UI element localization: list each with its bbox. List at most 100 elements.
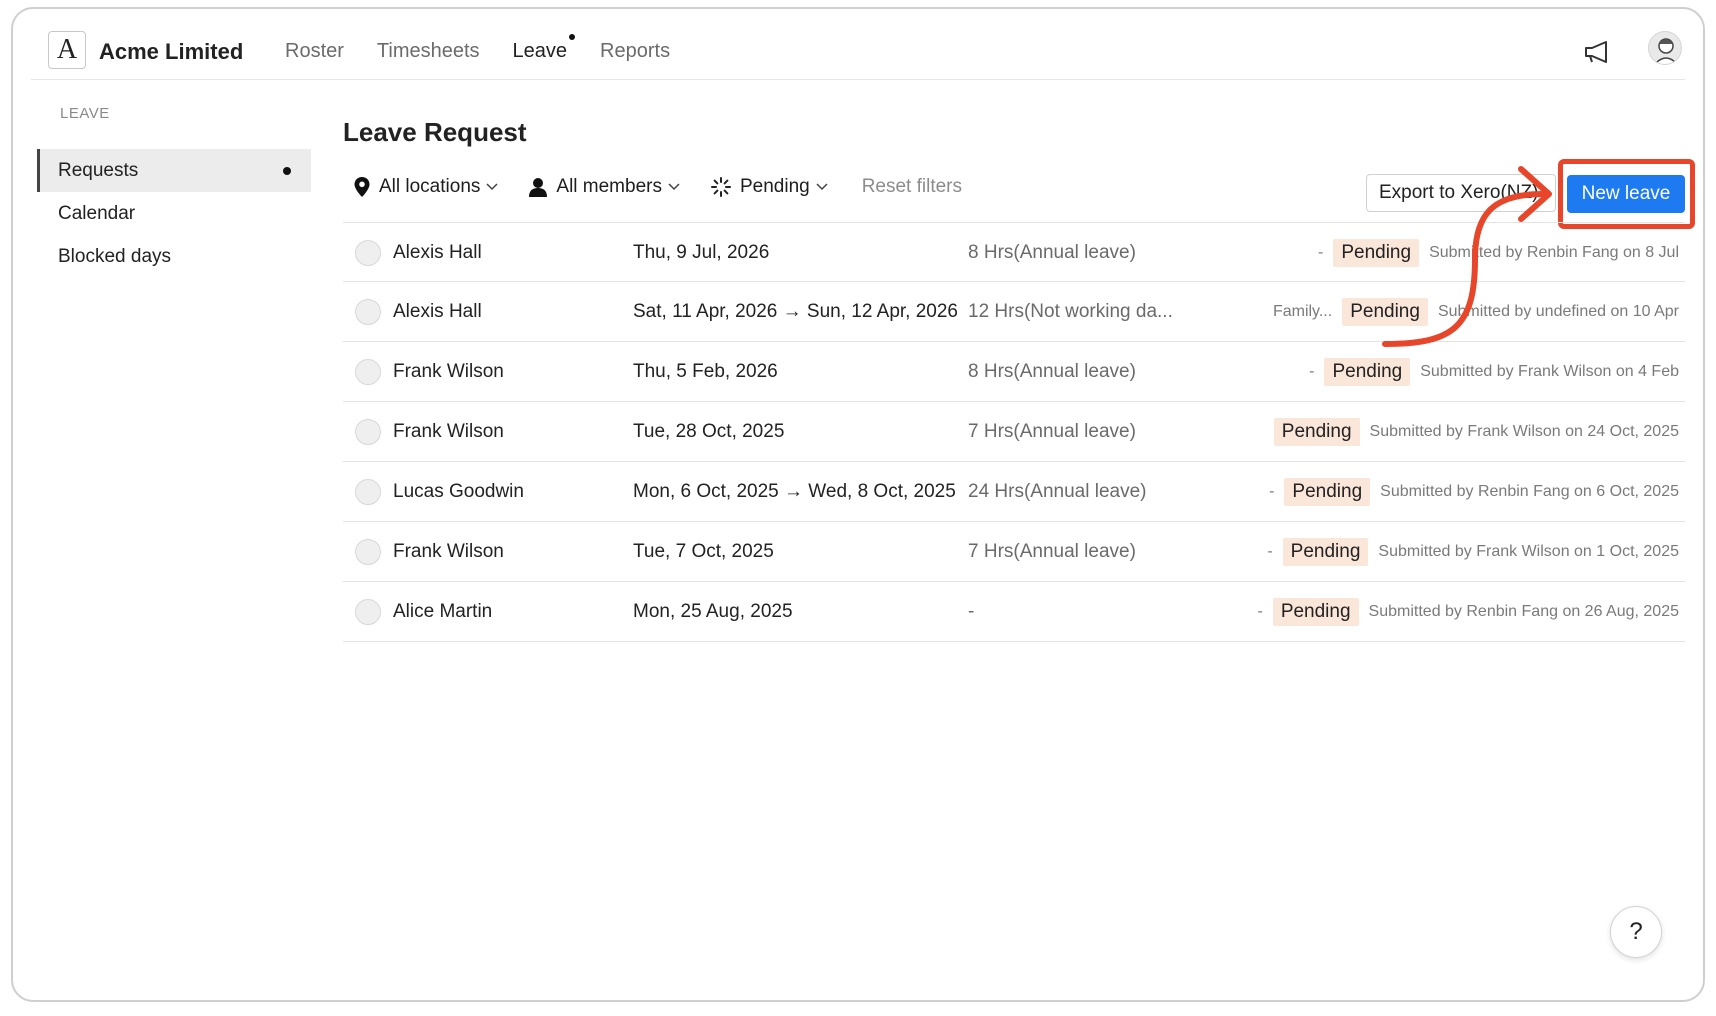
status-badge: Pending [1272, 597, 1359, 626]
export-to-xero-button[interactable]: Export to Xero(NZ) [1366, 174, 1556, 212]
megaphone-icon[interactable] [1582, 38, 1614, 66]
nav-leave[interactable]: Leave [512, 34, 576, 63]
leave-hours: - [968, 600, 975, 622]
org-logo[interactable]: A [48, 31, 86, 69]
location-filter[interactable]: All locations [353, 176, 498, 198]
member-avatar [355, 342, 381, 401]
avatar-icon [355, 239, 381, 266]
sidebar-item-label: Requests [58, 159, 139, 181]
leave-hours: 8 Hrs(Annual leave) [968, 241, 1136, 263]
leave-hours: 7 Hrs(Annual leave) [968, 540, 1136, 562]
status-badge: Pending [1284, 477, 1371, 506]
help-button[interactable]: ? [1610, 906, 1662, 958]
member-name: Frank Wilson [393, 540, 504, 562]
org-name[interactable]: Acme Limited [99, 39, 243, 65]
leave-request-table: Alexis Hall Thu, 9 Jul, 2026 8 Hrs(Annua… [343, 222, 1685, 642]
nav-reports[interactable]: Reports [600, 40, 670, 63]
row-status-group: - Pending Submitted by Renbin Fang on 8 … [1318, 223, 1679, 282]
map-pin-icon [354, 177, 370, 197]
row-status-group: - Pending Submitted by Frank Wilson on 1… [1267, 522, 1679, 581]
leave-note: - [1257, 602, 1263, 620]
sidebar-item-calendar[interactable]: Calendar [37, 192, 311, 235]
member-avatar [355, 282, 381, 341]
logo-letter: A [56, 34, 78, 65]
table-row[interactable]: Alice Martin Mon, 25 Aug, 2025 - - Pendi… [343, 582, 1685, 642]
sidebar-item-blocked-days[interactable]: Blocked days [37, 235, 311, 278]
table-row[interactable]: Alexis Hall Thu, 9 Jul, 2026 8 Hrs(Annua… [343, 222, 1685, 282]
submitted-info: Submitted by undefined on 10 Apr [1437, 302, 1679, 320]
sidebar: Requests Calendar Blocked days [37, 149, 311, 278]
page-title: Leave Request [343, 117, 527, 147]
leave-date: Mon, 25 Aug, 2025 [633, 600, 793, 622]
nav-timesheets[interactable]: Timesheets [377, 40, 480, 63]
nav-leave-label: Leave [512, 40, 568, 62]
new-leave-button[interactable]: New leave [1567, 175, 1685, 213]
status-badge: Pending [1324, 357, 1411, 386]
table-row[interactable]: Lucas Goodwin Mon, 6 Oct, 2025 → Wed, 8 … [343, 462, 1685, 522]
sidebar-indicator-dot [283, 167, 291, 175]
leave-hours: 24 Hrs(Annual leave) [968, 480, 1147, 502]
member-avatar [355, 402, 381, 461]
topbar-divider [31, 79, 1685, 80]
member-name: Lucas Goodwin [393, 480, 524, 502]
member-avatar [355, 223, 381, 282]
chevron-down-icon [816, 183, 828, 191]
user-avatar[interactable] [1648, 31, 1682, 65]
leave-hours: 8 Hrs(Annual leave) [968, 360, 1136, 382]
filter-bar: All locations All members Pending Reset … [353, 171, 962, 203]
member-avatar [355, 582, 381, 641]
nav-roster[interactable]: Roster [285, 40, 344, 63]
sidebar-section-title: LEAVE [60, 105, 110, 122]
member-name: Alexis Hall [393, 241, 482, 263]
member-name: Alice Martin [393, 600, 493, 622]
reset-filters-link[interactable]: Reset filters [862, 176, 962, 198]
status-badge: Pending [1282, 537, 1369, 566]
sidebar-item-label: Blocked days [58, 245, 172, 267]
avatar-icon [355, 598, 381, 625]
leave-hours: 12 Hrs(Not working da... [968, 300, 1173, 322]
leave-date: Mon, 6 Oct, 2025 → Wed, 8 Oct, 2025 [633, 480, 956, 502]
member-name: Frank Wilson [393, 420, 504, 442]
chevron-down-icon [486, 183, 498, 191]
leave-note: Family... [1272, 302, 1333, 320]
leave-date: Thu, 9 Jul, 2026 [633, 241, 770, 263]
table-row[interactable]: Alexis Hall Sat, 11 Apr, 2026 → Sun, 12 … [343, 282, 1685, 342]
row-status-group: - Pending Submitted by Frank Wilson on 4… [1309, 342, 1679, 401]
member-name: Frank Wilson [393, 360, 504, 382]
members-filter-label: All members [556, 176, 662, 197]
avatar-icon [355, 418, 381, 445]
nav-leave-indicator-dot [569, 34, 576, 40]
submitted-info: Submitted by Renbin Fang on 26 Aug, 2025 [1368, 602, 1679, 620]
avatar-icon [355, 358, 381, 385]
row-status-group: Pending Submitted by Frank Wilson on 24 … [1273, 402, 1679, 461]
avatar-icon [355, 478, 381, 505]
location-filter-label: All locations [379, 176, 481, 197]
submitted-info: Submitted by Frank Wilson on 4 Feb [1420, 362, 1679, 380]
leave-note: - [1309, 362, 1315, 380]
sidebar-item-requests[interactable]: Requests [37, 149, 311, 192]
members-filter[interactable]: All members [528, 176, 680, 198]
table-row[interactable]: Frank Wilson Tue, 7 Oct, 2025 7 Hrs(Annu… [343, 522, 1685, 582]
sidebar-item-label: Calendar [58, 202, 136, 224]
leave-date: Tue, 7 Oct, 2025 [633, 540, 774, 562]
status-badge: Pending [1333, 238, 1420, 267]
app-window: A Acme Limited Roster Timesheets Leave R… [11, 7, 1705, 1002]
loading-spinner-icon [710, 177, 731, 197]
member-avatar [355, 462, 381, 521]
status-filter-label: Pending [739, 176, 810, 197]
member-name: Alexis Hall [393, 300, 482, 322]
status-badge: Pending [1342, 297, 1428, 326]
table-row[interactable]: Frank Wilson Tue, 28 Oct, 2025 7 Hrs(Ann… [343, 402, 1685, 462]
chevron-down-icon [668, 183, 680, 191]
user-avatar-icon [1654, 38, 1678, 64]
submitted-info: Submitted by Frank Wilson on 1 Oct, 2025 [1378, 542, 1679, 560]
leave-note: - [1318, 243, 1324, 261]
row-status-group: - Pending Submitted by Renbin Fang on 6 … [1269, 462, 1679, 521]
top-navigation-bar: A Acme Limited Roster Timesheets Leave R… [13, 9, 1703, 81]
table-row[interactable]: Frank Wilson Thu, 5 Feb, 2026 8 Hrs(Annu… [343, 342, 1685, 402]
leave-date: Sat, 11 Apr, 2026 → Sun, 12 Apr, 2026 [633, 300, 959, 322]
leave-date: Tue, 28 Oct, 2025 [633, 420, 785, 442]
row-status-group: - Pending Submitted by Renbin Fang on 26… [1257, 582, 1679, 641]
status-filter[interactable]: Pending [710, 176, 828, 198]
main-nav: Roster Timesheets Leave Reports [285, 34, 703, 63]
